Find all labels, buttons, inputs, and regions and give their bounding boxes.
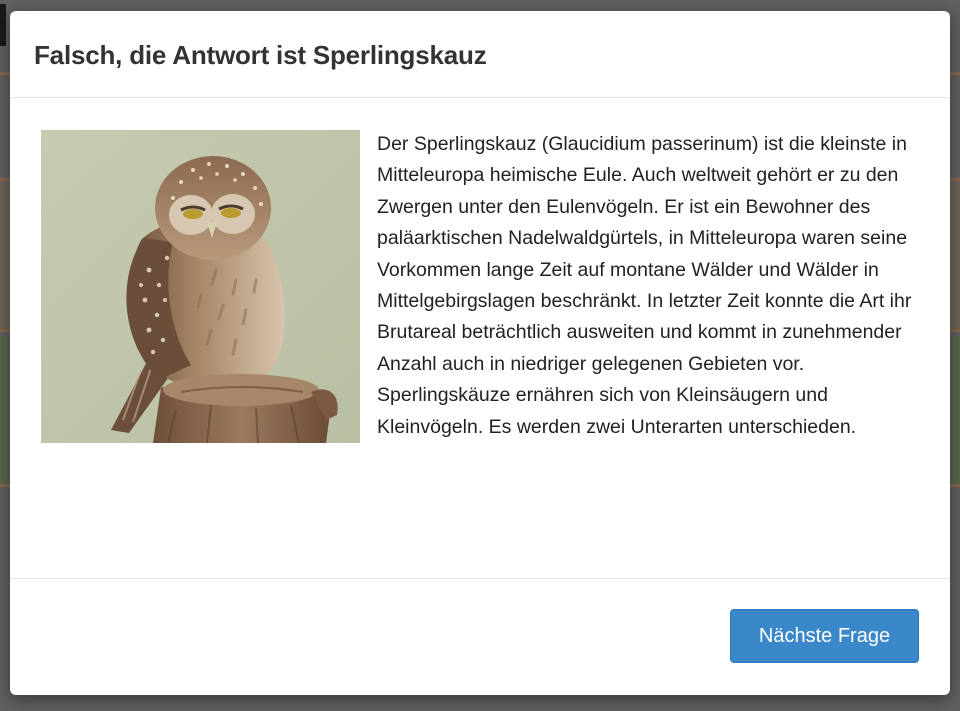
modal-title: Falsch, die Antwort ist Sperlingskauz	[34, 40, 487, 70]
answer-modal: Falsch, die Antwort ist Sperlingskauz De…	[10, 11, 950, 695]
background-panel	[0, 336, 10, 484]
background-heading-fragment	[0, 4, 6, 46]
background-panel	[950, 336, 960, 484]
background-panel	[950, 181, 960, 329]
owl-photo	[41, 130, 360, 443]
background-panel	[0, 181, 10, 329]
modal-header: Falsch, die Antwort ist Sperlingskauz	[10, 11, 950, 98]
modal-footer: Nächste Frage	[10, 579, 950, 695]
next-question-button[interactable]: Nächste Frage	[730, 609, 919, 663]
modal-body: Der Sperlingskauz (Glaucidium passerinum…	[10, 98, 950, 579]
